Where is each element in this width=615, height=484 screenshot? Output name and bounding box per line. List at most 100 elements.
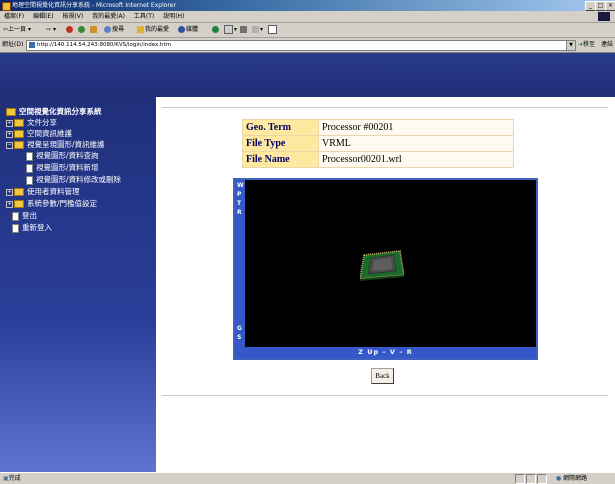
- menu-file[interactable]: 檔案(F): [4, 13, 24, 20]
- browser-toolbar: ⇦上一頁 ▾ ⇨ ▾ 搜尋 我的最愛 媒體 ▾ ▾: [0, 23, 615, 38]
- search-icon: [104, 26, 111, 33]
- print-icon: [240, 26, 247, 33]
- address-url: http://140.114.54.243:8080/KVS/login/ind…: [37, 42, 172, 48]
- favorites-button[interactable]: 我的最愛: [137, 23, 169, 37]
- media-icon: [178, 26, 185, 33]
- home-icon: [90, 26, 97, 33]
- close-button[interactable]: ×: [605, 1, 615, 11]
- document-icon: [12, 223, 19, 233]
- forward-arrow-icon: ⇨: [46, 26, 52, 33]
- history-icon: [212, 26, 219, 33]
- mail-button[interactable]: ▾: [224, 23, 237, 37]
- tree-item-sys-params[interactable]: + 系統參數/門檻值設定: [6, 199, 97, 208]
- internet-zone: ● 網際網路: [556, 475, 588, 482]
- file-name-key: File Name: [243, 152, 318, 167]
- status-text: ▣完成: [3, 475, 21, 482]
- folder-icon: [14, 188, 24, 196]
- menu-tools[interactable]: 工具(T): [134, 13, 154, 20]
- document-icon: [26, 163, 33, 173]
- processor-chip-model: [360, 250, 404, 281]
- window-title: 地理空間視覺化資訊分享系統 - Microsoft Internet Explo…: [12, 2, 176, 9]
- folder-open-icon: [6, 108, 16, 116]
- viewer-control-bar[interactable]: Z Up – V – R: [235, 347, 536, 358]
- viewer-tool-p[interactable]: P: [237, 192, 241, 198]
- tree-item-visual-add[interactable]: 視覺圖形/資料新增: [26, 163, 99, 173]
- menu-favorites[interactable]: 我的最愛(A): [92, 13, 125, 20]
- address-label: 網址(D): [2, 41, 24, 48]
- main-content: Geo. Term Processor #00201 File Type VRM…: [156, 97, 615, 472]
- tree-item-user-mgmt[interactable]: + 使用者資料管理: [6, 187, 80, 196]
- discuss-button[interactable]: [268, 23, 278, 37]
- tree-item-visual-query[interactable]: 視覺圖形/資料查詢: [26, 151, 99, 161]
- document-icon: [26, 175, 33, 185]
- viewer-tool-w[interactable]: W: [237, 183, 244, 189]
- home-button[interactable]: [90, 23, 98, 37]
- favorites-icon: [137, 26, 144, 33]
- menu-edit[interactable]: 編輯(E): [33, 13, 53, 20]
- folder-icon: [14, 130, 24, 138]
- collapse-icon: −: [6, 141, 13, 149]
- bottom-divider: [162, 395, 608, 396]
- ie-app-icon: [2, 2, 11, 11]
- viewer-tool-s[interactable]: S: [237, 335, 241, 341]
- expand-icon: +: [6, 130, 13, 138]
- mail-icon: [224, 25, 233, 34]
- tree-item-doc-share[interactable]: + 文件分享: [6, 118, 57, 127]
- file-type-value: VRML: [319, 136, 513, 151]
- tree-item-logout[interactable]: 登出: [12, 211, 37, 221]
- back-page-button[interactable]: Back: [371, 368, 394, 384]
- stop-icon: [66, 26, 73, 33]
- viewer-tool-r[interactable]: R: [237, 210, 242, 216]
- vrml-viewer[interactable]: W P T R G S Z Up – V – R: [233, 178, 538, 360]
- refresh-button[interactable]: [78, 23, 86, 37]
- page-header-band: [0, 53, 615, 97]
- tree-item-relogin[interactable]: 重新登入: [12, 223, 52, 233]
- edit-icon: [252, 26, 259, 33]
- print-button[interactable]: [240, 23, 248, 37]
- sidebar-tree: 空間視覺化資訊分享系統 + 文件分享 + 空間資訊維護 − 視覺呈現圖形/資訊維護 視…: [0, 97, 156, 472]
- top-divider: [162, 107, 608, 108]
- search-button[interactable]: 搜尋: [104, 23, 124, 37]
- table-row: File Name Processor00201.wrl: [243, 152, 513, 167]
- media-button[interactable]: 媒體: [178, 23, 198, 37]
- globe-icon: ●: [556, 475, 562, 482]
- menu-view[interactable]: 檢視(V): [62, 13, 83, 20]
- table-row: File Type VRML: [243, 136, 513, 151]
- document-icon: [12, 211, 19, 221]
- menu-bar: 檔案(F) 編輯(E) 檢視(V) 我的最愛(A) 工具(T) 說明(H): [0, 11, 615, 23]
- address-input[interactable]: http://140.114.54.243:8080/KVS/login/ind…: [26, 40, 568, 51]
- geo-term-key: Geo. Term: [243, 120, 318, 135]
- tree-item-spatial-maint[interactable]: + 空間資訊維護: [6, 129, 72, 138]
- window-title-bar: 地理空間視覺化資訊分享系統 - Microsoft Internet Explo…: [0, 0, 615, 11]
- back-button[interactable]: ⇦上一頁 ▾: [3, 23, 31, 37]
- forward-button[interactable]: ⇨ ▾: [46, 23, 56, 37]
- viewer-side-toolbar: W P T R G S: [235, 180, 245, 347]
- folder-icon: [14, 119, 24, 127]
- viewer-tool-g[interactable]: G: [237, 326, 242, 332]
- status-bar: ▣完成 ● 網際網路: [0, 472, 615, 484]
- address-dropdown[interactable]: ▼: [566, 40, 576, 51]
- tree-item-visual-edit[interactable]: 視覺圖形/資料修改或刪除: [26, 175, 121, 185]
- page-icon: [29, 42, 35, 48]
- expand-icon: +: [6, 119, 13, 127]
- links-button[interactable]: 連結: [601, 38, 613, 52]
- discuss-icon: [268, 25, 277, 34]
- windows-logo-icon: [598, 12, 610, 21]
- table-row: Geo. Term Processor #00201: [243, 120, 513, 135]
- edit-button[interactable]: ▾: [252, 23, 263, 37]
- geo-term-value: Processor #00201: [319, 120, 513, 135]
- address-bar: 網址(D) http://140.114.54.243:8080/KVS/log…: [0, 38, 615, 53]
- tree-item-visual-maint[interactable]: − 視覺呈現圖形/資訊維護: [6, 140, 105, 149]
- document-icon: [26, 151, 33, 161]
- menu-help[interactable]: 說明(H): [163, 13, 184, 20]
- tree-root[interactable]: 空間視覺化資訊分享系統: [6, 107, 102, 116]
- details-table: Geo. Term Processor #00201 File Type VRM…: [242, 119, 514, 168]
- stop-button[interactable]: [66, 23, 74, 37]
- expand-icon: +: [6, 188, 13, 196]
- file-type-key: File Type: [243, 136, 318, 151]
- expand-icon: +: [6, 200, 13, 208]
- refresh-icon: [78, 26, 85, 33]
- go-button[interactable]: ➜移至: [578, 38, 595, 52]
- history-button[interactable]: [212, 23, 220, 37]
- viewer-tool-t[interactable]: T: [237, 201, 241, 207]
